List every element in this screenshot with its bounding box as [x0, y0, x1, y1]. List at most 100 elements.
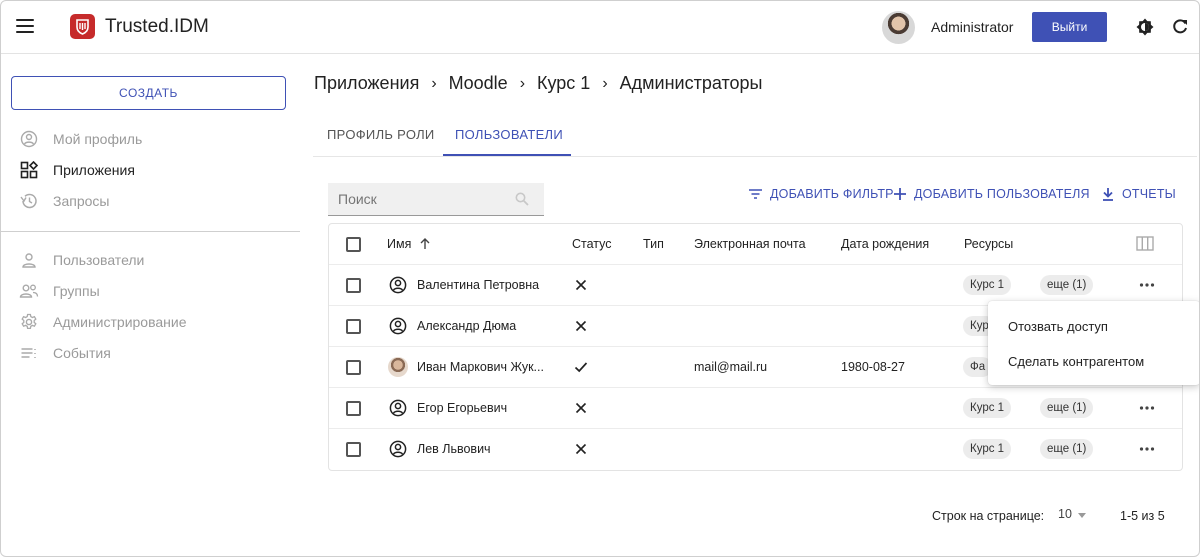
- menu-item-make-counterparty[interactable]: Сделать контрагентом: [1008, 354, 1144, 369]
- add-filter-button[interactable]: ДОБАВИТЬ ФИЛЬТР: [749, 185, 894, 203]
- logout-button[interactable]: Выйти: [1032, 12, 1107, 42]
- column-header-status: Статус: [572, 237, 612, 251]
- close-icon: [575, 279, 587, 291]
- breadcrumb-item-applications[interactable]: Приложения: [314, 73, 419, 94]
- column-header-resources: Ресурсы: [964, 237, 1014, 251]
- account-circle-icon: [389, 440, 407, 458]
- gear-icon: [19, 312, 39, 332]
- sidebar-item-label: Запросы: [53, 193, 110, 209]
- close-icon: [575, 402, 587, 414]
- resource-chip[interactable]: Курс 1: [963, 439, 1012, 459]
- user-name-cell[interactable]: Валентина Петровна: [417, 278, 539, 292]
- active-tab-indicator: [443, 154, 571, 156]
- sidebar-item-label: Мой профиль: [53, 131, 143, 147]
- caret-down-icon: [1078, 513, 1086, 518]
- menu-icon[interactable]: [16, 19, 34, 33]
- account-circle-icon: [389, 317, 407, 335]
- close-icon: [575, 320, 587, 332]
- download-icon: [1103, 187, 1113, 201]
- more-resources-chip[interactable]: еще (1): [1040, 275, 1094, 295]
- select-all-checkbox[interactable]: [346, 237, 361, 252]
- table-row[interactable]: Егор Егорьевич Курс 1 еще (1): [329, 388, 1182, 429]
- apps-grid-icon: [19, 160, 39, 180]
- sidebar-item-groups[interactable]: Группы: [19, 280, 100, 302]
- table-row[interactable]: Валентина Петровна Курс 1 еще (1): [329, 265, 1182, 306]
- sidebar-item-applications[interactable]: Приложения: [19, 159, 135, 181]
- resource-chip[interactable]: Курс 1: [963, 275, 1012, 295]
- user-name-cell[interactable]: Лев Львович: [417, 442, 491, 456]
- row-checkbox[interactable]: [346, 360, 361, 375]
- sidebar-item-label: Администрирование: [53, 314, 187, 330]
- sidebar-divider: [1, 231, 300, 232]
- breadcrumb: Приложения › Moodle › Курс 1 › Администр…: [314, 73, 762, 94]
- add-filter-label: ДОБАВИТЬ ФИЛЬТР: [770, 187, 894, 201]
- more-resources-chip[interactable]: еще (1): [1040, 439, 1094, 459]
- list-icon: [19, 343, 39, 363]
- sidebar-item-requests[interactable]: Запросы: [19, 190, 109, 212]
- more-horizontal-icon[interactable]: [1139, 405, 1155, 411]
- breadcrumb-item-course[interactable]: Курс 1: [537, 73, 590, 94]
- top-bar: Trusted.IDM Administrator Выйти: [1, 1, 1199, 54]
- person-icon: [19, 250, 39, 270]
- refresh-icon[interactable]: [1171, 18, 1189, 36]
- reports-label: ОТЧЕТЫ: [1122, 187, 1176, 201]
- check-icon: [574, 362, 588, 373]
- sidebar-item-label: Группы: [53, 283, 100, 299]
- sidebar-item-events[interactable]: События: [19, 342, 111, 364]
- user-name-cell[interactable]: Александр Дюма: [417, 319, 516, 333]
- group-icon: [19, 281, 39, 301]
- user-avatar: [388, 357, 408, 377]
- chevron-right-icon: ›: [519, 74, 526, 92]
- columns-view-icon[interactable]: [1136, 236, 1154, 251]
- tab-bar: ПРОФИЛЬ РОЛИ ПОЛЬЗОВАТЕЛИ: [313, 121, 1197, 157]
- create-button[interactable]: СОЗДАТЬ: [11, 76, 286, 110]
- theme-toggle-icon[interactable]: [1136, 18, 1154, 36]
- breadcrumb-item-moodle[interactable]: Moodle: [449, 73, 508, 94]
- chevron-right-icon: ›: [431, 74, 437, 92]
- birthdate-cell: 1980-08-27: [841, 360, 905, 374]
- table-row[interactable]: Лев Львович Курс 1 еще (1): [329, 429, 1182, 470]
- row-checkbox[interactable]: [346, 401, 361, 416]
- row-checkbox[interactable]: [346, 442, 361, 457]
- filter-icon: [749, 189, 762, 199]
- rows-per-page-label: Строк на странице:: [932, 509, 1045, 523]
- user-name: Administrator: [931, 19, 1014, 35]
- rows-per-page-select[interactable]: 10: [1058, 507, 1090, 525]
- page-range: 1-5 из 5: [1120, 509, 1165, 523]
- app-window: Trusted.IDM Administrator Выйти СОЗДАТЬ …: [0, 0, 1200, 557]
- sidebar-item-administration[interactable]: Администрирование: [19, 311, 187, 333]
- sort-arrow-up-icon: [420, 238, 430, 249]
- user-name-cell[interactable]: Иван Маркович Жук...: [417, 360, 544, 374]
- breadcrumb-item-admins: Администраторы: [619, 73, 763, 93]
- add-user-button[interactable]: ДОБАВИТЬ ПОЛЬЗОВАТЕЛЯ: [894, 185, 1090, 203]
- sidebar-item-label: Приложения: [53, 162, 135, 178]
- avatar[interactable]: [882, 11, 915, 44]
- brand-logo-icon: [70, 14, 95, 39]
- account-circle-icon: [389, 399, 407, 417]
- more-horizontal-icon[interactable]: [1139, 282, 1155, 288]
- search-input[interactable]: [328, 183, 544, 216]
- user-name-cell[interactable]: Егор Егорьевич: [417, 401, 507, 415]
- sidebar-item-users[interactable]: Пользователи: [19, 249, 144, 271]
- brand-title: Trusted.IDM: [105, 16, 209, 37]
- resource-chip[interactable]: Курс 1: [963, 398, 1012, 418]
- history-icon: [19, 191, 39, 211]
- tab-users[interactable]: ПОЛЬЗОВАТЕЛИ: [455, 127, 563, 142]
- row-checkbox[interactable]: [346, 278, 361, 293]
- column-header-name[interactable]: Имя: [387, 237, 430, 251]
- reports-button[interactable]: ОТЧЕТЫ: [1102, 185, 1176, 203]
- column-header-type: Тип: [643, 237, 664, 251]
- close-icon: [575, 443, 587, 455]
- email-cell: mail@mail.ru: [694, 360, 768, 374]
- account-circle-icon: [19, 129, 39, 149]
- row-checkbox[interactable]: [346, 319, 361, 334]
- more-resources-chip[interactable]: еще (1): [1040, 398, 1094, 418]
- menu-item-revoke-access[interactable]: Отозвать доступ: [1008, 319, 1108, 334]
- search-icon[interactable]: [515, 192, 529, 206]
- sidebar-item-label: События: [53, 345, 111, 361]
- column-header-birthdate: Дата рождения: [841, 237, 930, 251]
- tab-role-profile[interactable]: ПРОФИЛЬ РОЛИ: [327, 127, 435, 142]
- sidebar-item-profile[interactable]: Мой профиль: [19, 128, 142, 150]
- column-header-email: Электронная почта: [694, 237, 806, 251]
- more-horizontal-icon[interactable]: [1139, 446, 1155, 452]
